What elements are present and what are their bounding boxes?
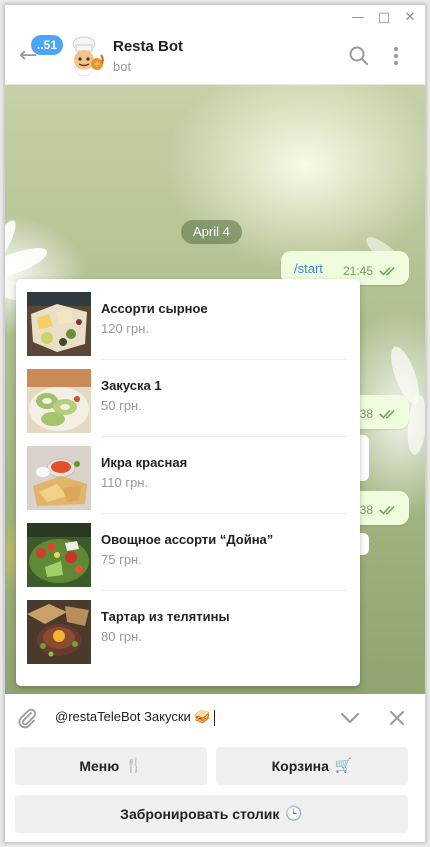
reply-keyboard: Меню 🍴 Корзина 🛒 Забронировать столик 🕒 [5, 742, 425, 842]
paperclip-icon[interactable] [15, 706, 39, 730]
menu-button[interactable]: Меню 🍴 [15, 747, 207, 785]
chevron-down-icon[interactable] [339, 708, 361, 728]
inline-result-item[interactable]: Икра красная 110 грн. [16, 433, 360, 514]
avatar[interactable] [61, 33, 107, 79]
minimize-button[interactable]: — [347, 7, 369, 27]
cart-button[interactable]: Корзина 🛒 [216, 747, 408, 785]
telegram-window: — □ ✕ ← ..51 Resta Bot bot April 4 /star… [4, 4, 426, 843]
veal-tartare-thumbnail [27, 600, 91, 664]
result-title: Тартар из телятины [101, 609, 230, 624]
chat-subtitle: bot [113, 59, 132, 74]
result-price: 110 грн. [101, 475, 149, 490]
result-price: 120 грн. [101, 321, 150, 336]
more-vertical-icon[interactable] [386, 43, 406, 69]
double-check-icon [379, 505, 395, 515]
result-title: Икра красная [101, 455, 188, 470]
inline-result-item[interactable]: Овощное ассорти “Дойна” 75 грн. [16, 510, 360, 591]
message-input-text: @restaTeleBot Закуски 🥪 [55, 709, 211, 724]
text-caret [213, 709, 215, 726]
title-bar: — □ ✕ [5, 5, 425, 29]
chef-avatar-icon [61, 33, 107, 79]
message-time: 38 [359, 407, 373, 421]
inline-result-item[interactable]: Ассорти сырное 120 грн. [16, 279, 360, 360]
shopping-cart-icon: 🛒 [334, 758, 353, 774]
double-check-icon [379, 266, 395, 276]
clock-icon: 🕒 [285, 806, 303, 822]
red-caviar-thumbnail [27, 446, 91, 510]
cart-button-label: Корзина [271, 758, 329, 774]
date-separator: April 4 [181, 220, 242, 244]
result-title: Овощное ассорти “Дойна” [101, 532, 274, 547]
close-icon[interactable] [387, 708, 407, 728]
unread-badge: ..51 [31, 35, 64, 55]
result-price: 75 грн. [101, 552, 142, 567]
maximize-button[interactable]: □ [373, 7, 395, 27]
search-icon[interactable] [346, 43, 372, 69]
book-table-button[interactable]: Забронировать столик 🕒 [15, 795, 408, 833]
result-title: Закуска 1 [101, 378, 162, 393]
double-check-icon [379, 409, 395, 419]
cheese-platter-thumbnail [27, 292, 91, 356]
menu-button-label: Меню [79, 758, 120, 774]
result-title: Ассорти сырное [101, 301, 208, 316]
message-composer: @restaTeleBot Закуски 🥪 [5, 694, 425, 742]
inline-result-item[interactable]: Тартар из телятины 80 грн. [16, 587, 360, 664]
inline-results-panel: Ассорти сырное 120 грн. Закуска 1 50 грн… [16, 279, 360, 686]
chat-header: ← ..51 Resta Bot bot [5, 29, 425, 85]
result-price: 80 грн. [101, 629, 142, 644]
vegetable-platter-thumbnail [27, 523, 91, 587]
result-price: 50 грн. [101, 398, 142, 413]
close-window-button[interactable]: ✕ [399, 7, 421, 27]
fork-knife-icon: 🍴 [125, 758, 143, 774]
command-link[interactable]: /start [294, 261, 323, 276]
zucchini-rolls-thumbnail [27, 369, 91, 433]
message-time: 21:45 [342, 264, 373, 278]
chat-title[interactable]: Resta Bot [113, 38, 183, 55]
message-time: 38 [359, 503, 373, 517]
book-table-button-label: Забронировать столик [120, 806, 280, 822]
inline-result-item[interactable]: Закуска 1 50 грн. [16, 356, 360, 437]
message-input[interactable]: @restaTeleBot Закуски 🥪 [55, 709, 215, 726]
